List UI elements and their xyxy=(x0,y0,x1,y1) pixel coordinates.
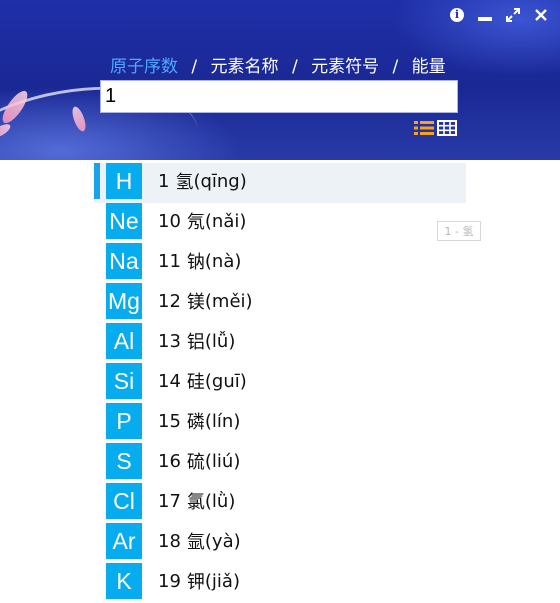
element-symbol-badge: H xyxy=(106,163,142,199)
element-pinyin: (měi) xyxy=(204,290,253,312)
element-symbol-badge: P xyxy=(106,403,142,439)
info-icon[interactable]: i xyxy=(448,6,466,24)
element-label: 17 氯 (lǜ) xyxy=(158,483,235,519)
element-name: 硅 xyxy=(186,372,205,393)
search-mode-breadcrumb: 原子序数 / 元素名称 / 元素符号 / 能量 xyxy=(110,52,446,77)
element-label: 15 磷 (lín) xyxy=(158,403,240,439)
mode-atomic-number[interactable]: 原子序数 xyxy=(110,57,178,77)
element-pinyin: (yà) xyxy=(204,530,241,552)
element-pinyin: (jiǎ) xyxy=(204,570,240,592)
element-label: 14 硅 (guī) xyxy=(158,363,247,399)
element-name: 镁 xyxy=(186,292,205,313)
element-pinyin: (lín) xyxy=(204,410,241,432)
element-symbol-badge: Ne xyxy=(106,203,142,239)
element-row[interactable]: Ne 10 氖 (nǎi) xyxy=(94,203,466,243)
atomic-number: 10 xyxy=(158,210,181,232)
breadcrumb-separator: / xyxy=(191,57,198,77)
element-row[interactable]: K 19 钾 (jiǎ) xyxy=(94,563,466,603)
element-symbol-badge: Si xyxy=(106,363,142,399)
maximize-icon[interactable] xyxy=(504,6,522,24)
atomic-number: 11 xyxy=(158,250,181,272)
element-name: 氖 xyxy=(186,212,205,233)
element-row[interactable]: Ar 18 氩 (yà) xyxy=(94,523,466,563)
element-symbol-badge: Na xyxy=(106,243,142,279)
element-row[interactable]: Mg 12 镁 (měi) xyxy=(94,283,466,323)
element-row[interactable]: S 16 硫 (liú) xyxy=(94,443,466,483)
element-row[interactable]: P 15 磷 (lín) xyxy=(94,403,466,443)
atomic-number: 13 xyxy=(158,330,181,352)
element-label: 12 镁 (měi) xyxy=(158,283,253,319)
element-name: 磷 xyxy=(186,412,205,433)
element-label: 13 铝 (lǚ) xyxy=(158,323,235,359)
header-banner: i 原子序数 / 元素名称 / 元素符号 / 能量 xyxy=(0,0,560,160)
element-pinyin: (lǜ) xyxy=(204,490,236,512)
selection-tag: 1 - 氢 xyxy=(437,221,481,241)
minimize-icon[interactable] xyxy=(476,6,494,24)
element-label: 18 氩 (yà) xyxy=(158,523,241,559)
element-name: 氩 xyxy=(186,532,205,553)
atomic-number: 12 xyxy=(158,290,181,312)
atomic-number: 1 xyxy=(158,170,170,192)
element-symbol-badge: Ar xyxy=(106,523,142,559)
element-symbol-badge: Al xyxy=(106,323,142,359)
element-name: 氯 xyxy=(186,492,205,513)
atomic-number: 15 xyxy=(158,410,181,432)
element-label: 1 氢 (qīng) xyxy=(158,163,247,199)
window-controls: i xyxy=(448,6,550,24)
list-view-icon[interactable] xyxy=(414,120,434,136)
element-name: 硫 xyxy=(186,452,205,473)
element-symbol-badge: S xyxy=(106,443,142,479)
atomic-number: 19 xyxy=(158,570,181,592)
breadcrumb-separator: / xyxy=(291,57,298,77)
element-label: 16 硫 (liú) xyxy=(158,443,240,479)
element-row[interactable]: Al 13 铝 (lǚ) xyxy=(94,323,466,363)
element-name: 钠 xyxy=(186,252,205,273)
element-row[interactable]: Na 11 钠 (nà) xyxy=(94,243,466,283)
element-symbol-badge: K xyxy=(106,563,142,599)
element-symbol-badge: Mg xyxy=(106,283,142,319)
atomic-number: 18 xyxy=(158,530,181,552)
atomic-number: 17 xyxy=(158,490,181,512)
element-label: 11 钠 (nà) xyxy=(158,243,241,279)
element-list: H 1 氢 (qīng) Ne 10 氖 (nǎi) Na 11 钠 (nà) Mg 12 镁 (měi) Al… xyxy=(94,163,466,603)
mode-element-name[interactable]: 元素名称 xyxy=(211,57,279,77)
element-pinyin: (qīng) xyxy=(193,170,247,192)
element-symbol-badge: Cl xyxy=(106,483,142,519)
view-toggle xyxy=(414,120,457,136)
element-name: 氢 xyxy=(175,172,194,193)
element-row[interactable]: H 1 氢 (qīng) xyxy=(94,163,466,203)
atomic-number: 14 xyxy=(158,370,181,392)
element-pinyin: (nà) xyxy=(204,250,242,272)
element-pinyin: (lǚ) xyxy=(204,330,236,352)
grid-view-icon[interactable] xyxy=(437,120,457,136)
element-pinyin: (guī) xyxy=(204,370,247,392)
breadcrumb-separator: / xyxy=(392,57,399,77)
element-pinyin: (liú) xyxy=(204,450,241,472)
atomic-number: 16 xyxy=(158,450,181,472)
element-label: 19 钾 (jiǎ) xyxy=(158,563,240,599)
element-row[interactable]: Si 14 硅 (guī) xyxy=(94,363,466,403)
element-pinyin: (nǎi) xyxy=(204,210,247,232)
element-label: 10 氖 (nǎi) xyxy=(158,203,246,239)
close-icon[interactable] xyxy=(532,6,550,24)
mode-energy[interactable]: 能量 xyxy=(412,57,446,77)
mode-element-symbol[interactable]: 元素符号 xyxy=(311,57,379,77)
search-input[interactable] xyxy=(100,80,458,113)
element-name: 钾 xyxy=(186,572,205,593)
element-row[interactable]: Cl 17 氯 (lǜ) xyxy=(94,483,466,523)
element-name: 铝 xyxy=(186,332,205,353)
